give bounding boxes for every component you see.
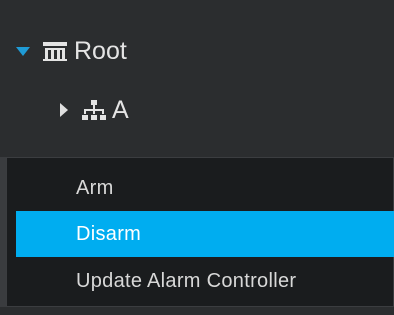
tree-node-label-a: A [112, 95, 129, 124]
tree-node-label-root: Root [74, 36, 127, 65]
menu-item-update-alarm-controller[interactable]: Update Alarm Controller [16, 258, 394, 304]
network-icon [82, 99, 106, 121]
expand-caret-icon[interactable] [16, 46, 30, 56]
collapse-caret-icon[interactable] [60, 103, 68, 117]
menu-item-disarm[interactable]: Disarm [16, 211, 394, 257]
building-icon [42, 40, 68, 62]
menu-item-arm[interactable]: Arm [16, 165, 394, 211]
context-menu: Arm Disarm Update Alarm Controller [6, 157, 394, 307]
tree-node-root[interactable]: Root [0, 27, 394, 75]
tree-node-a[interactable]: A [0, 86, 394, 134]
